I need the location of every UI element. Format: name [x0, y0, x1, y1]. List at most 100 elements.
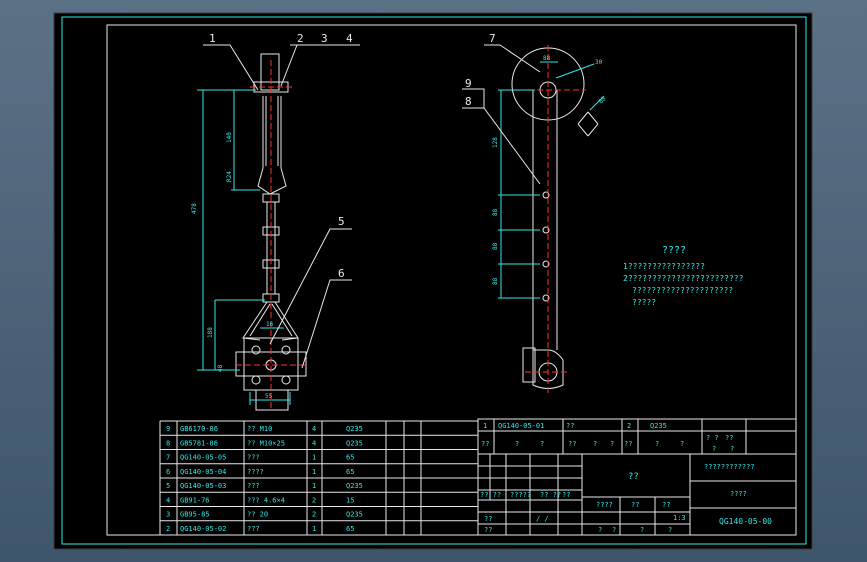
tb-header-1: ?: [515, 440, 519, 448]
parts-cell-code: QG140-05-03: [180, 482, 226, 490]
tb-header-10: ??: [725, 434, 733, 442]
parts-cell-no: 5: [166, 482, 170, 490]
notes-line-3: ?????????????????????: [632, 286, 733, 295]
parts-cell-no: 6: [166, 468, 170, 476]
tb-design-1: ??: [484, 526, 492, 534]
dim-16: 16: [266, 321, 274, 328]
parts-cell-qty: 2: [312, 496, 316, 504]
parts-cell-material: Q235: [346, 425, 363, 433]
dim-188: 188: [207, 327, 214, 338]
parts-cell-name: ???: [247, 454, 260, 462]
parts-cell-qty: 1: [312, 482, 316, 490]
dim-right-88-c: 88: [492, 277, 499, 285]
notes-title: ????: [662, 245, 686, 256]
tb-drawing-name: ????: [730, 490, 747, 498]
parts-cell-material: 65: [346, 468, 354, 476]
tb-sign-row-3: ??: [562, 491, 570, 499]
parts-cell-code: GB6170-86: [180, 425, 218, 433]
dim-right-88-a: 88: [492, 208, 499, 216]
dim-right-88-b: 88: [492, 242, 499, 250]
tb-header-0: ??: [481, 440, 489, 448]
parts-cell-qty: 4: [312, 439, 316, 447]
tb-header-6: ??: [624, 440, 632, 448]
callout-3: 3: [321, 32, 328, 45]
tb-header-9: ? ?: [706, 434, 719, 442]
callout-6: 6: [338, 267, 345, 280]
tb-header-3: ??: [568, 440, 576, 448]
parts-cell-no: 2: [166, 525, 170, 533]
tb-scale-value: 1:3: [673, 514, 686, 522]
tb-center: ??: [628, 472, 639, 482]
parts-cell-name: ????: [247, 468, 264, 476]
tb-header-2: ?: [540, 440, 544, 448]
parts-cell-code: QG140-05-04: [180, 468, 226, 476]
tb-header-12: ?: [730, 445, 734, 453]
parts-cell-name: ??? 4.6×4: [247, 496, 285, 504]
parts-cell-qty: 1: [312, 468, 316, 476]
tb-header-8: ?: [680, 440, 684, 448]
parts-cell-code: GB5781-86: [180, 439, 218, 447]
tb-top-material: Q235: [650, 422, 667, 430]
dim-right-30: 30: [595, 59, 603, 66]
parts-cell-material: 15: [346, 496, 354, 504]
parts-cell-name: ???: [247, 482, 260, 490]
tb-sheet-2: ?: [640, 526, 644, 534]
parts-cell-qty: 1: [312, 525, 316, 533]
tb-drawing-no: QG140-05-00: [719, 517, 772, 526]
parts-cell-no: 3: [166, 511, 170, 519]
tb-sheet-0: ?: [598, 526, 602, 534]
dim-48: 48: [217, 364, 224, 372]
parts-cell-name: ?? M10×25: [247, 439, 285, 447]
parts-cell-code: GB95-85: [180, 511, 210, 519]
tb-header-7: ?: [655, 440, 659, 448]
parts-cell-code: QG140-05-05: [180, 454, 226, 462]
callout-5: 5: [338, 215, 345, 228]
notes-line-1: 1????????????????: [623, 262, 705, 271]
tb-top-name: ??: [566, 422, 574, 430]
notes-line-4: ?????: [632, 298, 656, 307]
tb-header-11: ?: [712, 445, 716, 453]
tb-sheet-1: ?: [612, 526, 616, 534]
tb-design-2: / /: [536, 515, 549, 523]
tb-scale-label-2: ??: [662, 501, 670, 509]
tb-top-qty: 2: [627, 422, 631, 430]
parts-cell-material: Q235: [346, 511, 363, 519]
parts-cell-qty: 2: [312, 511, 316, 519]
dim-140: 140: [226, 132, 233, 143]
dim-right-88-top: 88: [543, 55, 551, 62]
notes-line-2: 2????????????????????????: [623, 274, 744, 283]
callout-7: 7: [489, 32, 496, 45]
tb-sign-row-2: ?? ??: [540, 491, 561, 499]
callout-8: 8: [465, 95, 472, 108]
tb-scale-label-0: ????: [596, 501, 613, 509]
parts-cell-qty: 4: [312, 425, 316, 433]
cad-drawing: 478 140 R24 188 16 55 48 1 2 3 4 5 6 88 …: [53, 12, 813, 550]
tb-top-code: QG140-05-01: [498, 422, 544, 430]
cad-viewport: 478 140 R24 188 16 55 48 1 2 3 4 5 6 88 …: [0, 0, 867, 562]
parts-cell-material: 65: [346, 454, 354, 462]
parts-cell-code: QG140-05-02: [180, 525, 226, 533]
callout-2: 2: [297, 32, 304, 45]
callout-9: 9: [465, 77, 472, 90]
tb-header-5: ?: [610, 440, 614, 448]
parts-cell-material: Q235: [346, 439, 363, 447]
callout-1: 1: [209, 32, 216, 45]
tb-sign-row-0: ?? ??: [480, 491, 501, 499]
parts-cell-material: Q235: [346, 482, 363, 490]
parts-cell-code: GB91-76: [180, 496, 210, 504]
parts-cell-name: ?? M10: [247, 425, 272, 433]
parts-cell-name: ???: [247, 525, 260, 533]
tb-top-no: 1: [483, 422, 487, 430]
parts-cell-name: ?? 20: [247, 511, 268, 519]
tb-sheet-3: ?: [668, 526, 672, 534]
parts-cell-no: 8: [166, 439, 170, 447]
tb-design-0: ??: [484, 515, 492, 523]
dim-r24: R24: [226, 171, 233, 182]
parts-cell-no: 9: [166, 425, 170, 433]
tb-scale-label-1: ??: [631, 501, 639, 509]
dim-55: 55: [265, 393, 273, 400]
callout-4: 4: [346, 32, 353, 45]
parts-cell-no: 7: [166, 454, 170, 462]
tb-sign-row-1: ?????: [510, 491, 531, 499]
parts-cell-qty: 1: [312, 454, 316, 462]
